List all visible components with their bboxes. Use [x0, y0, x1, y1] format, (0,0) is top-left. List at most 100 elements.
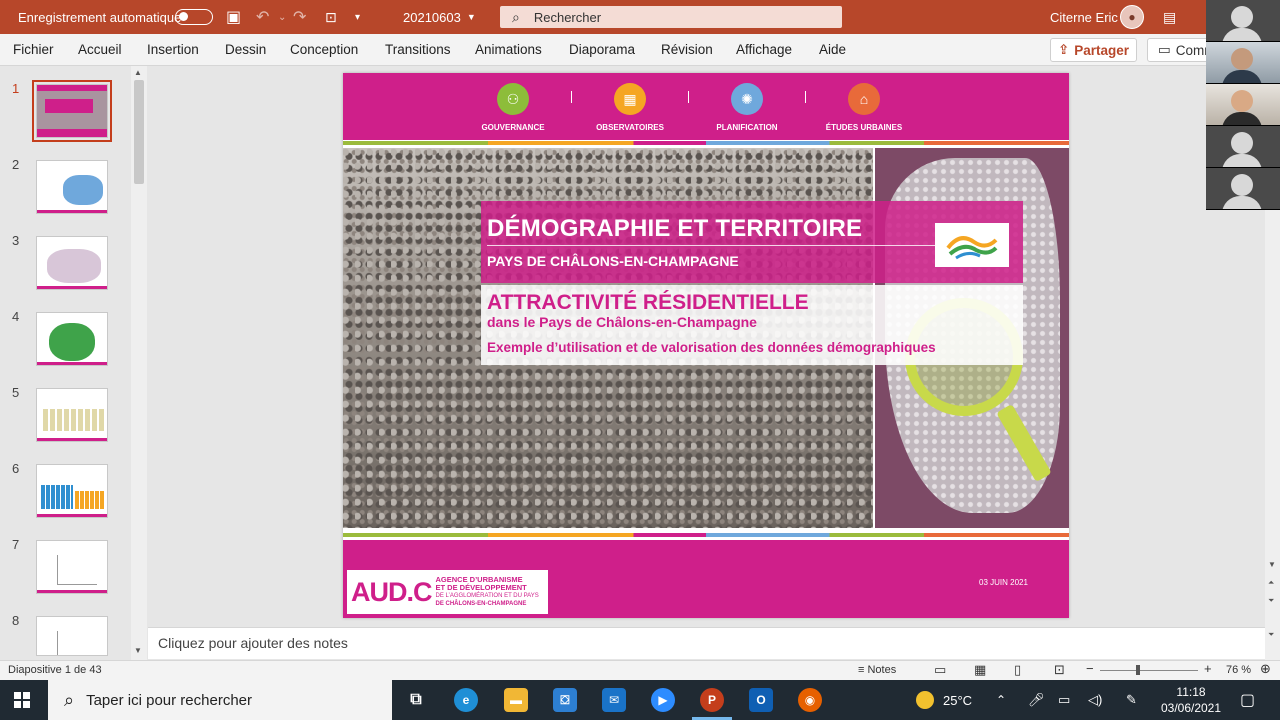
category-planification: ✺ PLANIFICATION [682, 83, 812, 132]
next-slide-icon[interactable]: ⏷ [1268, 630, 1274, 640]
file-explorer-icon[interactable]: ▬ [504, 688, 528, 712]
customize-toolbar-icon[interactable]: ▾ [355, 0, 360, 34]
powerpoint-icon[interactable]: P [700, 688, 724, 712]
tab-diaporama[interactable]: Diaporama [569, 42, 635, 57]
tab-insertion[interactable]: Insertion [147, 42, 199, 57]
video-tile-participant[interactable] [1206, 42, 1280, 84]
notes-pane[interactable]: Cliquez pour ajouter des notes [148, 627, 1265, 659]
slide-canvas[interactable]: ⚇ GOUVERNANCE ▦ OBSERVATOIRES ✺ PLANIFIC… [343, 73, 1069, 618]
thumbnails-scrollbar[interactable]: ▲ ▼ [131, 66, 147, 660]
slide-thumbnail-3[interactable] [36, 236, 108, 290]
governance-icon: ⚇ [497, 83, 529, 115]
mail-icon[interactable]: ✉ [602, 688, 626, 712]
thumb-number: 7 [12, 537, 20, 552]
reading-view-icon[interactable]: ▯ [1014, 662, 1021, 678]
share-button[interactable]: ⇪ Partager [1050, 38, 1137, 62]
category-gouvernance: ⚇ GOUVERNANCE [448, 83, 578, 132]
slide-thumbnail-6[interactable] [36, 464, 108, 518]
show-hidden-icons[interactable]: ⌃ [996, 680, 1006, 720]
undo-icon[interactable]: ↶ [256, 0, 269, 34]
fit-slide-icon[interactable]: ⊕ [1260, 661, 1271, 677]
slide-thumbnail-2[interactable] [36, 160, 108, 214]
notes-placeholder: Cliquez pour ajouter des notes [158, 635, 348, 651]
scroll-up-icon[interactable]: ▲ [134, 68, 142, 77]
prev-slide-icon[interactable]: ⏶ [1268, 578, 1274, 588]
notes-toggle[interactable]: ≡ Notes [858, 664, 896, 676]
tab-conception[interactable]: Conception [290, 42, 358, 57]
scroll-down-icon[interactable]: ▼ [1268, 560, 1276, 569]
slide-thumbnail-8[interactable] [36, 616, 108, 656]
ribbon-display-icon[interactable]: ▤ [1163, 0, 1176, 34]
slide-sorter-icon[interactable]: ▦ [974, 662, 986, 678]
zoom-level[interactable]: 76 % [1226, 664, 1251, 676]
slide-counter: Diapositive 1 de 43 [8, 664, 102, 676]
slide-thumbnail-1[interactable] [32, 80, 112, 142]
search-icon: ⌕ [64, 689, 75, 710]
tab-accueil[interactable]: Accueil [78, 42, 122, 57]
video-tile-participant[interactable] [1206, 84, 1280, 126]
file-name[interactable]: 20210603 ▼ [403, 0, 476, 34]
normal-view-icon[interactable]: ▭ [934, 662, 946, 678]
comment-icon: ▭ [1158, 42, 1171, 57]
zoom-in-icon[interactable]: + [1204, 661, 1212, 676]
title-bar: Enregistrement automatique ▣ ↶ ⌄ ↷ ⊡ ▾ 2… [0, 0, 1280, 34]
slide-subtitle: PAYS DE CHÂLONS-EN-CHAMPAGNE [487, 253, 739, 269]
avatar[interactable]: ● [1120, 0, 1144, 34]
slide-thumbnail-5[interactable] [36, 388, 108, 442]
tab-aide[interactable]: Aide [819, 42, 846, 57]
store-icon[interactable]: ⛋ [553, 688, 577, 712]
city-icon: ⌂ [848, 83, 880, 115]
tab-dessin[interactable]: Dessin [225, 42, 266, 57]
slide-thumbnail-7[interactable] [36, 540, 108, 594]
autosave-toggle[interactable] [175, 0, 213, 34]
edge-icon[interactable]: e [454, 688, 478, 712]
save-icon[interactable]: ▣ [226, 0, 241, 34]
slideshow-icon[interactable]: ⊡ [1054, 662, 1065, 678]
scroll-down-icon[interactable]: ▼ [134, 646, 142, 655]
zoom-out-icon[interactable]: − [1086, 661, 1094, 676]
autosave-label: Enregistrement automatique [18, 9, 182, 25]
notifications-icon[interactable]: ▢ [1240, 680, 1255, 720]
tab-transitions[interactable]: Transitions [385, 42, 451, 57]
video-tile-participant[interactable] [1206, 0, 1280, 42]
tab-affichage[interactable]: Affichage [736, 42, 792, 57]
outlook-icon[interactable]: O [749, 688, 773, 712]
tab-animations[interactable]: Animations [475, 42, 542, 57]
firefox-icon[interactable]: ◉ [798, 688, 822, 712]
slide-heading: ATTRACTIVITÉ RÉSIDENTIELLE [487, 291, 809, 314]
zoom-slider[interactable] [1100, 670, 1198, 671]
undo-dropdown-icon[interactable]: ⌄ [278, 0, 286, 34]
slide-scrollbar[interactable]: ▼ ⏶ ⏷ ⏷ [1265, 210, 1280, 660]
pen-icon[interactable]: ✎ [1126, 680, 1137, 720]
zoom-app-icon[interactable]: ▶ [651, 688, 675, 712]
windows-taskbar: ⌕ Taper ici pour rechercher ⧉ e ▬ ⛋ ✉ ▶ P… [0, 680, 1280, 720]
map-icon: ▦ [614, 83, 646, 115]
microphone-icon[interactable]: 🎤︎ [1028, 680, 1045, 720]
slide-thumbnail-4[interactable] [36, 312, 108, 366]
redo-icon[interactable]: ↷ [293, 0, 306, 34]
search-icon: ⌕ [512, 8, 520, 25]
category-etudes-urbaines: ⌂ ÉTUDES URBAINES [799, 83, 929, 132]
slide-example-line: Exemple d’utilisation et de valorisation… [487, 340, 936, 355]
sun-icon [916, 691, 934, 709]
volume-icon[interactable]: ◁) [1088, 680, 1102, 720]
zoom-slider-handle[interactable] [1136, 665, 1140, 675]
slide-heading-sub: dans le Pays de Châlons-en-Champagne [487, 314, 757, 330]
present-icon[interactable]: ⊡ [325, 0, 337, 34]
video-tile-participant[interactable] [1206, 168, 1280, 210]
taskbar-search[interactable]: ⌕ Taper ici pour rechercher [48, 680, 392, 720]
task-view-icon[interactable]: ⧉ [404, 688, 428, 712]
next-slide-icon[interactable]: ⏷ [1268, 596, 1274, 606]
video-tile-participant[interactable] [1206, 126, 1280, 168]
pays-logo [935, 223, 1009, 267]
thumb-number: 1 [12, 81, 20, 96]
start-button[interactable] [14, 692, 30, 708]
thumb-number: 4 [12, 309, 20, 324]
tab-revision[interactable]: Révision [661, 42, 713, 57]
network-icon[interactable]: ▭ [1058, 680, 1070, 720]
weather-widget[interactable]: 25°C [916, 680, 972, 720]
tab-fichier[interactable]: Fichier [13, 42, 54, 57]
search-input[interactable]: ⌕ Rechercher [500, 6, 842, 28]
system-clock[interactable]: 11:18 03/06/2021 [1148, 684, 1234, 716]
aud-logo: AUD.C AGENCE D’URBANISME ET DE DÉVELOPPE… [347, 570, 548, 614]
